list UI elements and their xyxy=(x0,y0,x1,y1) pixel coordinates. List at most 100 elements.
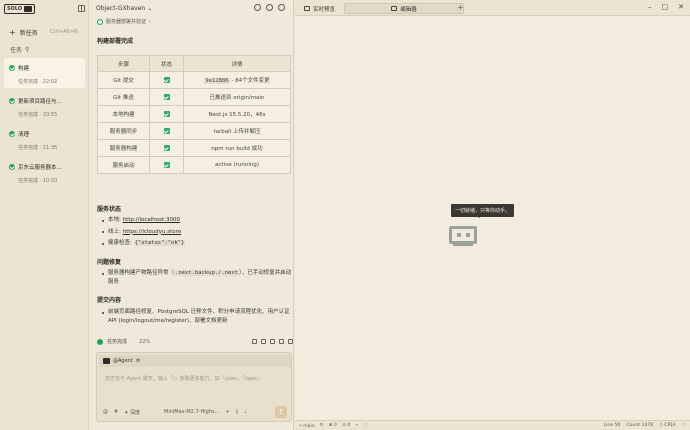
local-url-link[interactable]: http://localhost:3000 xyxy=(123,217,180,223)
agent-settings-icon[interactable]: ⚙ xyxy=(136,358,140,364)
hash-icon[interactable]: # xyxy=(114,409,118,415)
retry-icon[interactable] xyxy=(279,339,284,344)
notification-icon[interactable]: ♢ xyxy=(682,423,686,428)
browser-icon xyxy=(304,6,310,11)
list-item: 前端页面路径修复、PostgreSQL 迁移文件、积分申请流程优化、用户认证 A… xyxy=(102,308,292,325)
project-selector[interactable]: Object-GXhaven ⌄ xyxy=(96,5,152,12)
add-chat-icon[interactable] xyxy=(254,4,261,11)
message-actions xyxy=(252,339,293,344)
chat-input-box[interactable]: @Agent ⚙ 您正在与 Agent 聊天。输入「/」获取更多能力，如「/pl… xyxy=(96,352,292,422)
editor-icon xyxy=(391,6,398,11)
list-item: 健康检查: {"status":"ok"} xyxy=(102,239,292,248)
task-breadcrumb[interactable]: 服务器部署并验证 › xyxy=(97,18,151,25)
line-ending[interactable]: ◇ CRLF xyxy=(659,423,676,428)
tab-editor[interactable]: 编辑器 xyxy=(344,3,464,14)
error-count[interactable]: ⊗ 0 xyxy=(329,423,337,428)
thumbs-down-icon[interactable] xyxy=(261,339,266,344)
attach-icon[interactable]: ▯ xyxy=(236,409,239,415)
logo-icon xyxy=(24,6,33,12)
table-row: 服务器同步 tarball 上传并解压 xyxy=(97,122,291,140)
check-box-icon xyxy=(163,93,170,100)
logo-text: SOLO xyxy=(7,6,23,12)
check-box-icon xyxy=(163,127,170,134)
list-item: 线上: https://icloudyu.store xyxy=(102,228,292,237)
cursor-line[interactable]: Line 50 xyxy=(604,423,621,428)
online-url-link[interactable]: https://icloudyu.store xyxy=(123,229,182,235)
fix-title: 问题修复 xyxy=(97,259,122,266)
input-toolbar: @ # ✦ 深度 MiniMax-M2.7-Highs... + ▯ ♩ ↑ xyxy=(103,406,287,418)
new-task-label: 新任务 xyxy=(19,30,38,37)
solo-logo: SOLO xyxy=(4,4,36,14)
fix-list: 服务器构建产物路径异常（.next.backup./.next），已手动修复并启… xyxy=(102,269,292,289)
add-tab-button[interactable]: + xyxy=(457,3,464,12)
task-list: 构建 任务完成 · 22:02 更新项目路径与... 任务完成 · 20:55 … xyxy=(4,58,85,190)
task-item[interactable]: 清理 任务完成 · 11:35 xyxy=(4,124,85,154)
char-count[interactable]: Count 1476 xyxy=(626,423,653,428)
add-icon[interactable]: + xyxy=(225,409,229,415)
tasks-heading: 任务 ⚲ xyxy=(10,46,30,54)
sidebar-toggle-icon[interactable] xyxy=(78,5,85,12)
task-item[interactable]: 更新项目路径与... 任务完成 · 20:55 xyxy=(4,91,85,121)
empty-state-tooltip: 一切就绪，只等你动手。 xyxy=(451,204,515,218)
new-task-shortcut: Ctrl+Alt+N xyxy=(50,29,78,35)
filter-icon[interactable]: ⚲ xyxy=(25,46,29,53)
done-check-icon xyxy=(9,131,15,137)
branch-icon[interactable] xyxy=(288,339,293,344)
done-check-icon xyxy=(9,164,15,170)
branch-status[interactable]: ⑂ main xyxy=(299,423,315,429)
chat-input-placeholder[interactable]: 您正在与 Agent 聊天。输入「/」获取更多能力，如「/plan」「/spec… xyxy=(105,375,263,382)
plus-icon: + xyxy=(9,27,16,37)
chevron-right-icon: › xyxy=(149,18,152,25)
port-icon[interactable]: ⌁ xyxy=(355,423,358,428)
model-selector[interactable]: MiniMax-M2.7-Highs... xyxy=(164,409,219,415)
project-name: Object-GXhaven xyxy=(96,5,146,12)
service-list: 本地: http://localhost:3000 线上: https://ic… xyxy=(102,216,292,251)
warning-count[interactable]: ⚠ 0 xyxy=(342,423,351,428)
task-status-row: 任务完成 22% xyxy=(97,338,293,345)
thumbs-up-icon[interactable] xyxy=(252,339,257,344)
copy-icon[interactable] xyxy=(270,339,275,344)
bell-icon-small[interactable]: ◌ xyxy=(363,423,367,428)
check-box-icon xyxy=(163,144,170,151)
task-item[interactable]: 构建 任务完成 · 22:02 xyxy=(4,58,85,88)
close-icon[interactable]: ✕ xyxy=(678,3,684,11)
check-box-icon xyxy=(163,110,170,117)
task-item[interactable]: 京东云服务器本... 任务完成 · 10:50 xyxy=(4,157,85,187)
content-title: 提交内容 xyxy=(97,297,122,304)
robot-base xyxy=(453,243,473,246)
agent-tag[interactable]: @Agent ⚙ xyxy=(99,355,291,367)
tab-bar: 实时预览 编辑器 + – □ ✕ xyxy=(295,0,690,16)
table-row: Git 提交 9e12886 - 84个文件变更 xyxy=(97,71,291,89)
account-icon[interactable] xyxy=(278,4,285,11)
list-item: 本地: http://localhost:3000 xyxy=(102,216,292,225)
table-row: Git 推送 已推送到 origin/main xyxy=(97,88,291,106)
agent-icon xyxy=(103,358,110,364)
maximize-icon[interactable]: □ xyxy=(662,3,669,11)
done-check-icon xyxy=(9,98,15,104)
send-button[interactable]: ↑ xyxy=(275,406,287,418)
progress-text: 22% xyxy=(139,338,151,345)
editor-panel: 实时预览 编辑器 + – □ ✕ 一切就绪，只等你动手。 ⑂ main ↻ ⊗ … xyxy=(295,0,690,430)
minimize-icon[interactable]: – xyxy=(648,3,652,11)
new-task-button[interactable]: + 新任务 xyxy=(9,28,38,37)
deploy-table: 步骤 状态 详情 Git 提交 9e12886 - 84个文件变更 Git 推送… xyxy=(97,55,291,174)
col-header: 详情 xyxy=(183,55,291,72)
check-circle-icon xyxy=(97,18,103,25)
thinking-toggle[interactable]: ✦ 深度 xyxy=(124,409,140,416)
status-bar: ⑂ main ↻ ⊗ 0 ⚠ 0 ⌁ ◌ Line 50 Count 1476 … xyxy=(295,420,690,430)
sync-icon[interactable]: ↻ xyxy=(320,423,324,428)
col-header: 步骤 xyxy=(97,55,150,72)
settings-icon[interactable] xyxy=(266,4,273,11)
table-row: 本地构建 Next.js 15.5.20，46s xyxy=(97,105,291,123)
tab-live-preview[interactable]: 实时预览 xyxy=(300,3,339,14)
check-box-icon xyxy=(163,161,170,168)
mic-icon[interactable]: ♩ xyxy=(244,409,246,415)
table-row: 服务启动 active (running) xyxy=(97,156,291,174)
check-box-icon xyxy=(163,76,170,83)
done-check-icon xyxy=(97,338,103,345)
table-row: 服务器构建 npm run build 成功 xyxy=(97,139,291,157)
chevron-down-icon: ⌄ xyxy=(147,5,153,12)
mention-icon[interactable]: @ xyxy=(103,409,108,415)
service-title: 服务状态 xyxy=(97,206,122,213)
content-list: 前端页面路径修复、PostgreSQL 迁移文件、积分申请流程优化、用户认证 A… xyxy=(102,308,292,328)
